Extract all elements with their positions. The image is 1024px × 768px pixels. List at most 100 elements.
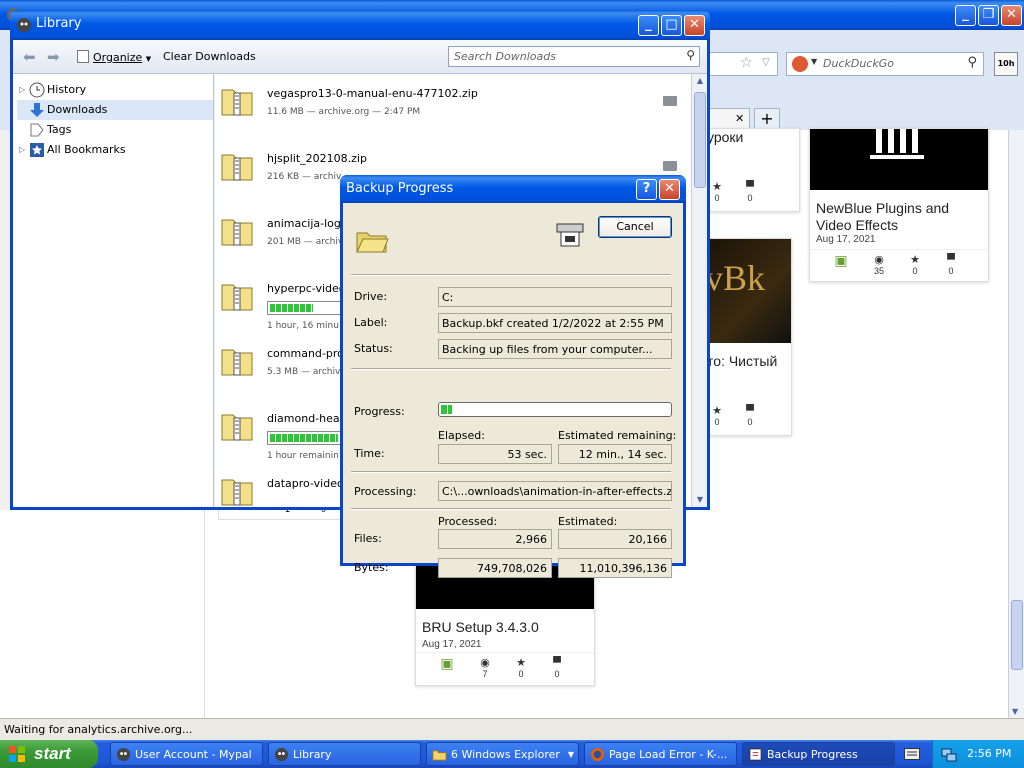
item-stats: ★ 0 ▀ 0 (701, 401, 791, 435)
search-icon[interactable]: ⚲ (686, 48, 695, 62)
processing-value: C:\...ownloads\animation-in-after-effect… (438, 481, 672, 501)
item-date: Aug 17, 2021 (422, 639, 482, 650)
item-title[interactable]: урoки (707, 129, 743, 146)
progress-fill (270, 434, 338, 442)
item-card[interactable]: урoки ★ 0 ▀ 0 (700, 128, 800, 212)
cancel-button[interactable]: Cancel (598, 216, 672, 238)
help-button[interactable]: ? (636, 179, 657, 200)
start-label: start (34, 744, 71, 763)
group-dropdown-icon[interactable]: ▼ (568, 743, 574, 765)
tree-item-tags[interactable]: Tags (17, 120, 213, 140)
item-title[interactable]: NewBlue Plugins and Video Effects (816, 200, 986, 234)
dropdown-arrow-icon[interactable]: ▽ (762, 57, 770, 68)
save-stat[interactable]: ▣ (825, 253, 857, 267)
floppy-icon[interactable]: ▣ (825, 253, 857, 267)
task-page-load-error[interactable]: Page Load Error - K-... (584, 742, 737, 766)
organize-menu[interactable]: Organize ▼ (77, 50, 151, 64)
downloads-scrollbar[interactable]: ▲ ▼ (691, 74, 707, 507)
reviews-stat: ▀ 0 (734, 181, 766, 203)
dropdown-arrow-icon[interactable]: ▼ (811, 57, 817, 66)
expand-arrow-icon[interactable]: ▷ (19, 80, 25, 100)
dialog-title: Backup Progress (346, 181, 454, 196)
maximize-button[interactable]: □ (661, 15, 682, 36)
minimize-button[interactable]: _ (955, 5, 976, 26)
download-filename: datapro-videos (267, 477, 350, 490)
bookmark-star-icon[interactable]: ☆ (740, 55, 753, 71)
clock[interactable]: 2:56 PM (967, 747, 1011, 760)
close-button[interactable]: ✕ (659, 179, 680, 200)
close-button[interactable]: ✕ (684, 15, 705, 36)
clear-downloads-button[interactable]: Clear Downloads (163, 50, 256, 63)
windows-flag-icon (9, 746, 25, 762)
tree-item-all-bookmarks[interactable]: ▷ All Bookmarks (17, 140, 213, 160)
item-card[interactable]: NewBlue Plugins and Video Effects Aug 17… (809, 128, 989, 282)
item-title[interactable]: BRU Setup 3.4.3.0 (422, 619, 539, 636)
download-progress-bar (267, 431, 343, 445)
open-folder-icon[interactable] (663, 161, 677, 171)
task-user-account[interactable]: User Account - Mypal (110, 742, 263, 766)
item-title[interactable]: то: Чистый (707, 353, 777, 370)
separator (351, 368, 671, 370)
search-engine-box[interactable]: ▼ DuckDuckGo ⚲ (786, 52, 984, 76)
backup-progress-bar (438, 402, 672, 417)
expand-arrow-icon[interactable]: ▷ (19, 140, 25, 160)
item-date: Aug 17, 2021 (816, 234, 876, 245)
bytes-estimated-value: 11,010,396,136 (558, 558, 672, 578)
favorites-count: 0 (518, 669, 524, 679)
download-item[interactable]: vegaspro13-0-manual-enu-477102.zip 11.6 M… (215, 74, 691, 138)
floppy-icon[interactable]: ▣ (431, 656, 463, 670)
search-icon[interactable]: ⚲ (967, 55, 977, 70)
tree-item-downloads[interactable]: Downloads (17, 100, 213, 120)
backup-titlebar[interactable]: Backup Progress ? ✕ (340, 175, 686, 203)
reviews-count: 0 (948, 266, 954, 276)
favorite-stat: ★ 0 (505, 657, 537, 679)
duckduckgo-icon[interactable] (792, 56, 808, 72)
tree-item-label: Downloads (47, 103, 108, 116)
tab-close-icon[interactable]: ✕ (735, 112, 744, 125)
search-placeholder: Search Downloads (454, 50, 556, 63)
bytes-processed-value: 749,708,026 (438, 558, 552, 578)
item-thumbnail[interactable]: vBk (701, 239, 791, 343)
save-stat[interactable]: ▣ (431, 656, 463, 670)
network-icon[interactable] (941, 746, 957, 762)
backup-icon (749, 748, 762, 761)
library-titlebar[interactable]: Library _ □ ✕ (10, 10, 710, 40)
restore-button[interactable]: ❐ (978, 5, 999, 26)
scroll-down-icon[interactable]: ▼ (1012, 707, 1018, 716)
keyboard-icon[interactable] (904, 748, 920, 760)
search-downloads-input[interactable]: Search Downloads ⚲ (448, 46, 700, 67)
url-bar[interactable]: ☆ ▽ (700, 52, 778, 76)
tree-item-history[interactable]: ▷ History (17, 80, 213, 100)
page-left-panel (0, 510, 205, 718)
task-label: Page Load Error - K-... (609, 748, 728, 761)
close-button[interactable]: ✕ (1001, 5, 1022, 26)
minimize-button[interactable]: _ (638, 15, 659, 36)
task-library[interactable]: Library (268, 742, 421, 766)
system-tray: 2:56 PM (932, 740, 1024, 768)
library-sidebar: ▷ History Downloads Tags ▷ All Bookmarks (13, 74, 214, 507)
item-thumbnail[interactable] (810, 129, 988, 190)
addon-10h-button[interactable]: 10h (994, 52, 1018, 76)
reviews-stat: ▀ 0 (734, 405, 766, 427)
start-button[interactable]: start (0, 740, 98, 768)
scroll-up-icon[interactable]: ▲ (693, 74, 707, 88)
files-label: Files: (354, 532, 382, 545)
page-scrollbar[interactable]: ▼ (1008, 130, 1024, 718)
scrollbar-thumb[interactable] (1011, 600, 1023, 670)
new-tab-button[interactable]: + (754, 108, 780, 130)
back-arrow-icon[interactable]: ⬅ (23, 48, 36, 66)
progress-fill (441, 405, 453, 414)
backup-drive-icon (556, 223, 584, 247)
task-windows-explorer-group[interactable]: 6 Windows Explorer ▼ (426, 742, 579, 766)
backup-progress-dialog: Backup Progress ? ✕ Cancel Drive: C: Lab… (340, 175, 686, 578)
mypal-icon (17, 18, 31, 32)
item-card[interactable]: vBk то: Чистый ★ 0 ▀ 0 (700, 238, 792, 436)
separator (351, 274, 671, 276)
clock-icon (29, 82, 45, 98)
task-backup-progress[interactable]: Backup Progress (742, 742, 895, 766)
scroll-down-icon[interactable]: ▼ (693, 493, 707, 507)
archive-building-icon (870, 129, 924, 159)
scrollbar-thumb[interactable] (694, 92, 706, 188)
forward-arrow-icon[interactable]: ➡ (47, 48, 60, 66)
open-folder-icon[interactable] (663, 96, 677, 106)
